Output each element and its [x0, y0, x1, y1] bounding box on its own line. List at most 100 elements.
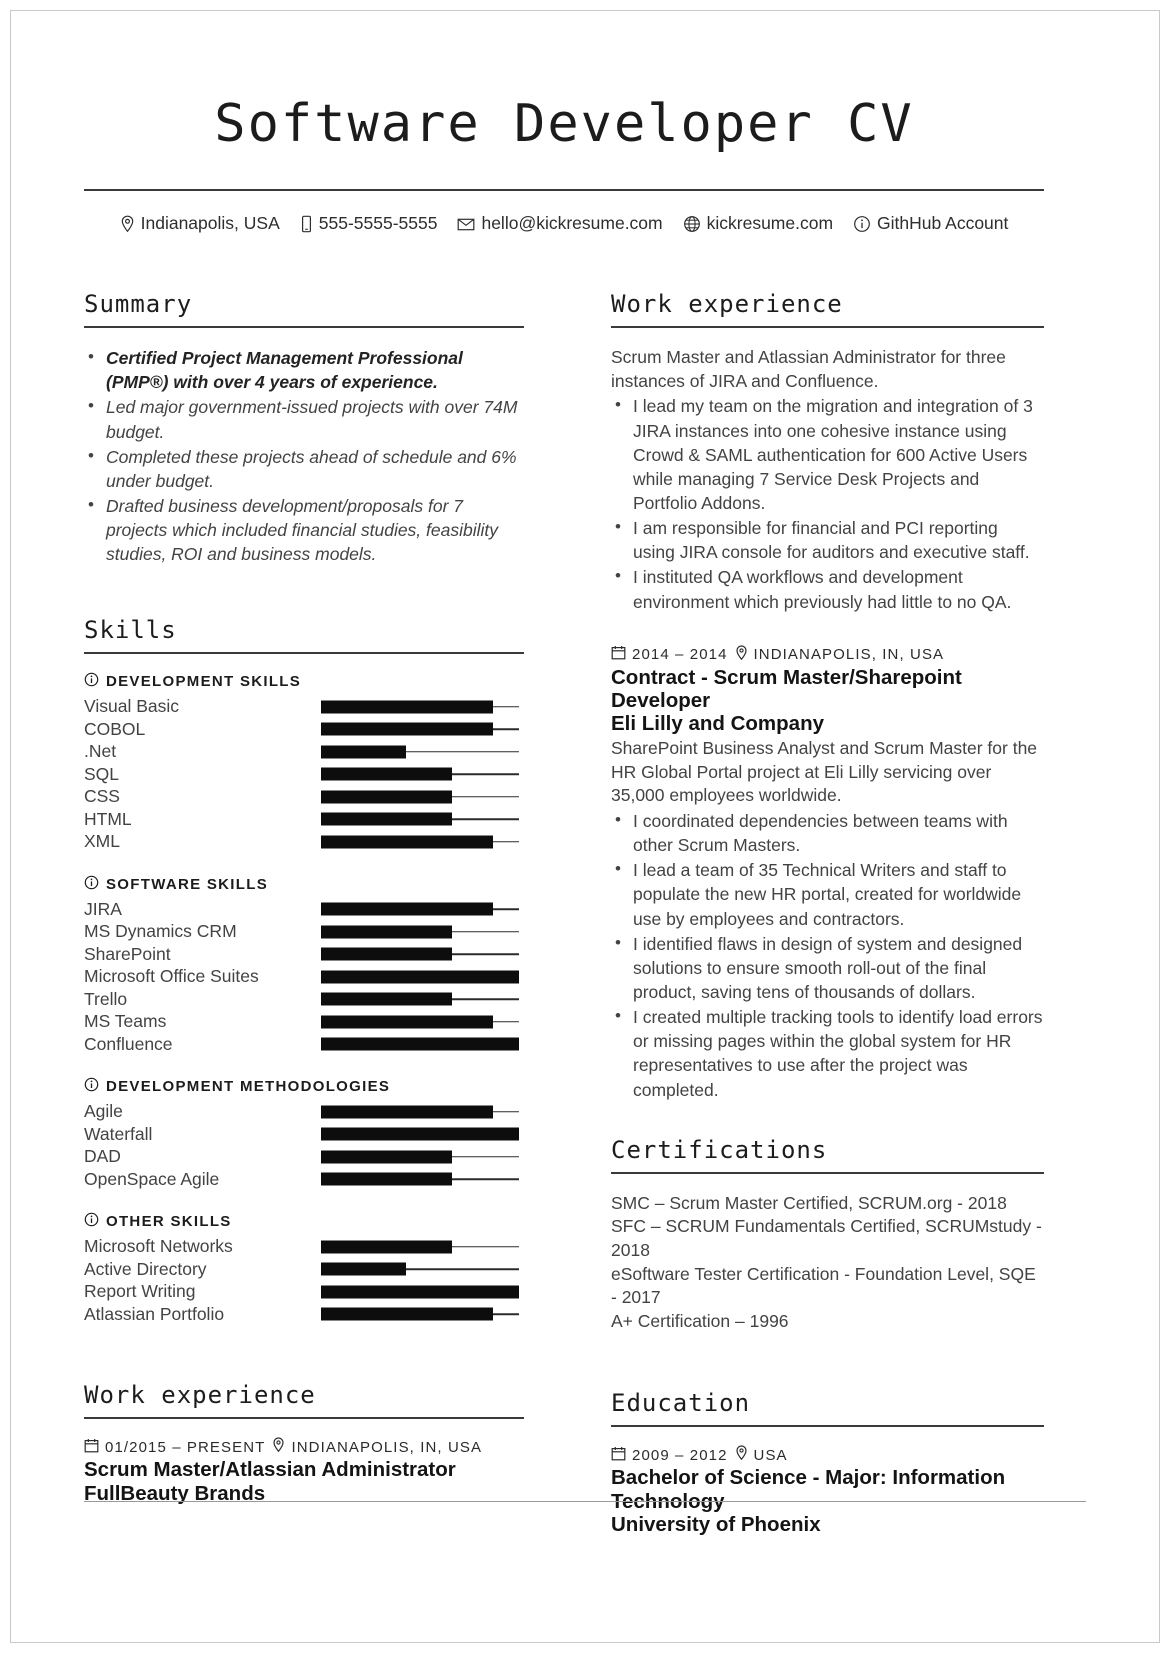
skill-level-meter: [321, 947, 519, 961]
skill-group-label: DEVELOPMENT SKILLS: [106, 673, 302, 691]
skill-fill: [321, 992, 452, 1006]
contact-phone[interactable]: 555-5555-5555: [300, 213, 438, 234]
skill-fill: [321, 767, 452, 781]
skill-fill: [321, 1285, 519, 1299]
skill-row: Confluence: [84, 1033, 524, 1056]
right-job-date-chunk: 2014 – 2014: [611, 645, 728, 664]
info-circle-icon: [84, 672, 99, 691]
skill-level-meter: [321, 1240, 519, 1254]
page-title: Software Developer CV: [214, 94, 914, 154]
contact-row: Indianapolis, USA 555-5555-5555 hello@ki…: [84, 213, 1044, 234]
skill-fill: [321, 925, 452, 939]
skill-fill: [321, 1015, 494, 1029]
skill-fill: [321, 812, 452, 826]
skill-level-meter: [321, 1037, 519, 1051]
skill-row: Active Directory: [84, 1258, 524, 1281]
skill-row: DAD: [84, 1145, 524, 1168]
education-date-chunk: 2009 – 2012: [611, 1446, 728, 1465]
skill-fill: [321, 745, 407, 759]
info-circle-icon: [84, 1077, 99, 1096]
skill-group-title: DEVELOPMENT SKILLS: [84, 672, 524, 691]
list-item: Led major government-issued projects wit…: [84, 394, 524, 443]
skill-name: Agile: [84, 1101, 123, 1122]
skill-group: OTHER SKILLS Microsoft Networks Active Dir…: [84, 1212, 524, 1325]
skill-fill: [321, 1105, 494, 1119]
location-pin-icon: [735, 1445, 748, 1465]
right-job-entry: 2014 – 2014 INDIANAPOLIS, IN, USA Contra…: [611, 645, 1044, 1102]
education-date: 2009 – 2012: [632, 1446, 728, 1464]
skill-level-meter: [321, 790, 519, 804]
left-work-date-chunk: 01/2015 – PRESENT: [84, 1438, 265, 1457]
list-item: I coordinated dependencies between teams…: [611, 808, 1044, 857]
contact-website-text: kickresume.com: [706, 213, 834, 234]
info-circle-icon: [84, 875, 99, 894]
left-work-meta: 01/2015 – PRESENT INDIANAPOLIS, IN, USA: [84, 1437, 524, 1457]
education-degree: Bachelor of Science - Major: Information…: [611, 1466, 1006, 1513]
contact-location-text: Indianapolis, USA: [140, 213, 280, 234]
skill-level-meter: [321, 745, 519, 759]
skill-row: .Net: [84, 740, 524, 763]
skill-row: Microsoft Networks: [84, 1235, 524, 1258]
contact-website[interactable]: kickresume.com: [683, 213, 833, 234]
skill-name: COBOL: [84, 718, 146, 739]
skill-row: MS Dynamics CRM: [84, 920, 524, 943]
phone-icon: [300, 215, 313, 233]
skill-group-title: OTHER SKILLS: [84, 1212, 524, 1231]
location-pin-icon: [120, 215, 135, 233]
skill-row: OpenSpace Agile: [84, 1168, 524, 1191]
skill-row: MS Teams: [84, 1010, 524, 1033]
skill-level-meter: [321, 992, 519, 1006]
right-work-section: Work experience Scrum Master and Atlassi…: [611, 290, 1044, 1102]
skills-divider: [84, 652, 524, 655]
list-item: Drafted business development/proposals f…: [84, 493, 524, 566]
right-job-date: 2014 – 2014: [632, 646, 728, 664]
contact-github[interactable]: GithHub Account: [853, 213, 1008, 234]
skills-section: Skills DEVELOPMENT SKILLS Visual Basic COB…: [84, 616, 524, 1325]
skill-fill: [321, 722, 494, 736]
skill-name: DAD: [84, 1146, 121, 1167]
skill-level-meter: [321, 902, 519, 916]
right-work-heading: Work experience: [611, 290, 843, 319]
right-job-company: Eli Lilly and Company: [611, 712, 825, 736]
skill-fill: [321, 902, 494, 916]
right-job-location-chunk: INDIANAPOLIS, IN, USA: [735, 645, 945, 665]
skill-name: Report Writing: [84, 1281, 196, 1302]
skill-group-label: OTHER SKILLS: [106, 1213, 232, 1231]
list-item: I lead a team of 35 Technical Writers an…: [611, 857, 1044, 930]
skill-fill: [321, 835, 494, 849]
contact-location[interactable]: Indianapolis, USA: [120, 213, 280, 234]
skill-name: XML: [84, 831, 120, 852]
left-work-section: Work experience 01/2015 – PRESENT INDIAN…: [84, 1381, 524, 1505]
skill-name: SharePoint: [84, 943, 171, 964]
certification-line: A+ Certification – 1996: [611, 1310, 789, 1331]
skill-row: SQL: [84, 763, 524, 786]
skill-row: CSS: [84, 785, 524, 808]
skill-level-meter: [321, 700, 519, 714]
contact-email[interactable]: hello@kickresume.com: [457, 213, 663, 234]
skill-row: HTML: [84, 808, 524, 831]
certification-line: SFC – SCRUM Fundamentals Certified, SCRU…: [611, 1216, 1042, 1260]
skill-row: XML: [84, 830, 524, 853]
skill-group: SOFTWARE SKILLS JIRA MS Dynamics CRM ShareP…: [84, 875, 524, 1056]
skill-group-title: DEVELOPMENT METHODOLOGIES: [84, 1077, 524, 1096]
skill-name: Atlassian Portfolio: [84, 1303, 225, 1324]
info-circle-icon: [84, 1212, 99, 1231]
skill-fill: [321, 1127, 519, 1141]
skill-fill: [321, 947, 452, 961]
skill-name: MS Dynamics CRM: [84, 921, 237, 942]
left-work-heading: Work experience: [84, 1381, 316, 1410]
skill-name: Active Directory: [84, 1258, 207, 1279]
list-item: I created multiple tracking tools to ide…: [611, 1004, 1044, 1102]
education-heading: Education: [611, 1389, 751, 1418]
skill-fill: [321, 1262, 407, 1276]
contact-phone-text: 555-5555-5555: [318, 213, 438, 234]
skill-fill: [321, 1172, 452, 1186]
contact-github-text: GithHub Account: [877, 213, 1009, 234]
skill-name: Visual Basic: [84, 696, 180, 717]
resume-content: Software Developer CV Indianapolis, USA …: [84, 0, 1044, 1546]
skill-name: Microsoft Networks: [84, 1236, 233, 1257]
skill-level-meter: [321, 722, 519, 736]
right-column: Work experience Scrum Master and Atlassi…: [611, 290, 1044, 1546]
skill-fill: [321, 790, 452, 804]
right-work-bullets: I lead my team on the migration and inte…: [611, 393, 1044, 613]
